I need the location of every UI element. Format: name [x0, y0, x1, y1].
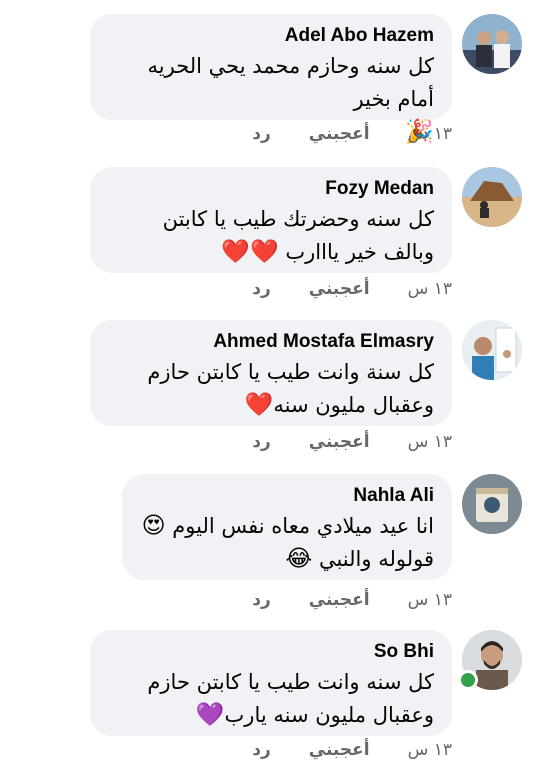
comment-text-line: انا عيد ميلادي معاه نفس اليوم — [172, 514, 434, 538]
avatar-photo-icon — [462, 474, 522, 534]
comment-bubble: Adel Abo Hazem كل سنه وحازم محمد يحي الح… — [90, 14, 452, 145]
timestamp[interactable]: ١٣ س — [408, 279, 452, 299]
comment-bubble: Ahmed Mostafa Elmasry كل سنة وانت طيب يا… — [90, 320, 452, 426]
red-heart-icon: ❤️❤️ — [221, 239, 279, 265]
purple-heart-icon: 💜 — [195, 702, 225, 728]
avatar[interactable] — [462, 474, 522, 534]
comment-actions: ١٣ س أعجبني رد — [252, 124, 452, 144]
timestamp[interactable]: ١٣ س — [408, 590, 452, 610]
author-name[interactable]: Ahmed Mostafa Elmasry — [106, 330, 434, 354]
author-name[interactable]: Nahla Ali — [138, 484, 434, 508]
avatar-photo-icon — [462, 14, 522, 74]
reply-button[interactable]: رد — [252, 740, 271, 760]
comment-actions: ١٣ س أعجبني رد — [252, 590, 452, 610]
author-name[interactable]: So Bhi — [106, 640, 434, 664]
comment-actions: ١٣ س أعجبني رد — [252, 740, 452, 760]
comment-actions: ١٣ س أعجبني رد — [252, 432, 452, 452]
timestamp[interactable]: ١٣ س — [408, 124, 452, 144]
avatar[interactable] — [462, 320, 522, 380]
online-status-indicator — [458, 670, 478, 690]
like-button[interactable]: أعجبني — [309, 740, 370, 760]
comment-text: كل سنه وانت طيب يا كابتن حازم وعقبال ملي… — [106, 666, 434, 732]
comment-text: كل سنه وحضرتك طيب يا كابتن وبالف خير ياا… — [106, 203, 434, 269]
reply-button[interactable]: رد — [252, 432, 271, 452]
comment-text-body: كل سنه وحازم محمد يحي الحريه أمام بخير — [147, 54, 434, 111]
avatar-photo-icon — [462, 167, 522, 227]
timestamp[interactable]: ١٣ س — [408, 740, 452, 760]
heart-eyes-icon: 😍 — [141, 513, 166, 539]
author-name[interactable]: Fozy Medan — [106, 177, 434, 201]
avatar[interactable] — [462, 167, 522, 227]
comment-bubble: Nahla Ali انا عيد ميلادي معاه نفس اليوم … — [122, 474, 452, 580]
reply-button[interactable]: رد — [252, 279, 271, 299]
like-button[interactable]: أعجبني — [309, 279, 370, 299]
comment-text-body: كل سنة وانت طيب يا كابتن حازم وعقبال ملي… — [147, 360, 434, 417]
timestamp[interactable]: ١٣ س — [408, 432, 452, 452]
comment-text-line: قولوله والنبي — [318, 547, 434, 571]
reply-button[interactable]: رد — [252, 590, 271, 610]
tears-of-joy-icon: 😂 — [285, 546, 313, 572]
like-button[interactable]: أعجبني — [309, 124, 370, 144]
avatar-photo-icon — [462, 320, 522, 380]
author-name[interactable]: Adel Abo Hazem — [106, 24, 434, 48]
comment-text: انا عيد ميلادي معاه نفس اليوم 😍 قولوله و… — [138, 510, 434, 576]
reply-button[interactable]: رد — [252, 124, 271, 144]
comment-text: كل سنة وانت طيب يا كابتن حازم وعقبال ملي… — [106, 356, 434, 422]
like-button[interactable]: أعجبني — [309, 590, 370, 610]
comment-actions: ١٣ س أعجبني رد — [252, 279, 452, 299]
comment-bubble: So Bhi كل سنه وانت طيب يا كابتن حازم وعق… — [90, 630, 452, 736]
avatar[interactable] — [462, 14, 522, 74]
like-button[interactable]: أعجبني — [309, 432, 370, 452]
comment-text-body: كل سنه وحضرتك طيب يا كابتن وبالف خير ياا… — [162, 207, 434, 264]
comment-text-body: كل سنه وانت طيب يا كابتن حازم وعقبال ملي… — [147, 670, 434, 727]
comment-bubble: Fozy Medan كل سنه وحضرتك طيب يا كابتن وب… — [90, 167, 452, 273]
red-heart-icon: ❤️ — [244, 392, 274, 418]
